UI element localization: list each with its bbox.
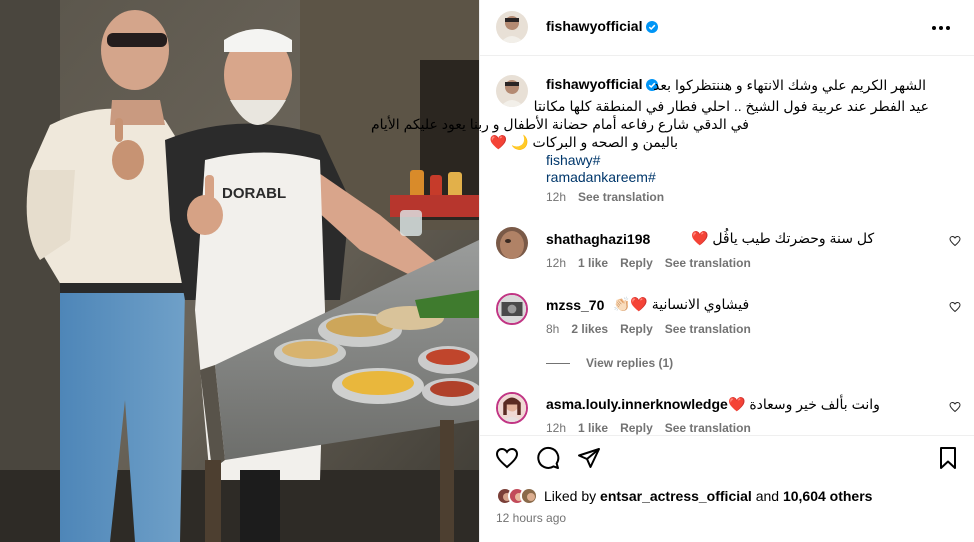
- view-replies-button[interactable]: View replies (1): [546, 356, 673, 370]
- verified-badge-icon: [646, 20, 659, 36]
- caption-time: 12h: [546, 190, 567, 204]
- comment-username[interactable]: mzss_70: [546, 297, 604, 313]
- liker-avatar: [520, 487, 538, 505]
- comment-like-button[interactable]: [948, 400, 962, 418]
- comment-text: كل سنة وحضرتك طيب ياڤُل ❤️: [691, 230, 875, 246]
- likes-summary: Liked by entsar_actress_official and 10,…: [496, 487, 872, 505]
- reply-button[interactable]: Reply: [620, 322, 653, 336]
- divider: [546, 362, 570, 364]
- heart-icon: [949, 400, 961, 418]
- reply-button[interactable]: Reply: [620, 256, 653, 270]
- post-side-panel: fishawyofficial fishawyofficial الشهر ال…: [371, 0, 974, 542]
- caption-username[interactable]: fishawyofficial: [546, 76, 659, 94]
- commenter-avatar[interactable]: [496, 293, 528, 325]
- hashtag-link[interactable]: fishawy#: [546, 152, 600, 168]
- see-translation-button[interactable]: See translation: [665, 256, 751, 270]
- caption-text-line: عيد الفطر عند عربية فول الشيخ .. احلي فط…: [533, 98, 929, 114]
- send-icon: [577, 446, 601, 475]
- comment-meta: 12h 1 like Reply See translation: [546, 256, 763, 270]
- comment-likes[interactable]: 2 likes: [571, 322, 608, 336]
- caption-meta: 12h See translation: [546, 190, 664, 204]
- comment-button[interactable]: [535, 446, 561, 475]
- commenter-avatar[interactable]: [496, 227, 528, 259]
- heart-icon: [949, 300, 961, 318]
- caption-text-line: في الدقي شارع رفاعه أمام حضانة الأطفال و…: [370, 116, 749, 132]
- liker-username[interactable]: entsar_actress_official: [600, 488, 752, 504]
- comment-time: 12h: [546, 421, 567, 435]
- author-avatar[interactable]: [496, 11, 528, 43]
- view-replies-label: View replies (1): [586, 356, 674, 370]
- save-button[interactable]: [935, 446, 961, 475]
- see-translation-button[interactable]: See translation: [665, 322, 751, 336]
- comment-likes[interactable]: 1 like: [578, 421, 608, 435]
- likes-text[interactable]: Liked by entsar_actress_official and 10,…: [544, 488, 872, 504]
- caption-text-line: باليمن و الصحه و البركات 🌙 ❤️: [489, 134, 678, 150]
- comment-likes[interactable]: 1 like: [578, 256, 608, 270]
- likes-count[interactable]: 10,604 others: [783, 488, 873, 504]
- see-translation-button[interactable]: See translation: [665, 421, 751, 435]
- post-header: fishawyofficial: [480, 0, 974, 56]
- comment-text: فيشاوي الانسانية ❤️👏🏻: [613, 296, 750, 312]
- heart-icon: [495, 446, 519, 475]
- hashtag-link[interactable]: ramadankareem#: [546, 169, 656, 185]
- comment-like-button[interactable]: [948, 300, 962, 318]
- commenter-avatar[interactable]: [496, 392, 528, 424]
- comment-time: 8h: [546, 322, 560, 336]
- more-icon: [931, 18, 951, 36]
- see-translation-button[interactable]: See translation: [578, 190, 664, 204]
- share-button[interactable]: [576, 447, 602, 473]
- post-image: DORABL: [0, 0, 479, 542]
- post-photo[interactable]: DORABL: [0, 0, 479, 542]
- comment-username[interactable]: asma.louly.innerknowledge: [546, 396, 728, 412]
- comment-time: 12h: [546, 256, 567, 270]
- author-username[interactable]: fishawyofficial: [546, 18, 659, 36]
- heart-icon: [949, 234, 961, 252]
- comment-meta: 12h 1 like Reply See translation: [546, 421, 763, 435]
- like-button[interactable]: [494, 447, 520, 473]
- comment-icon: [536, 446, 560, 475]
- post-timestamp[interactable]: 12 hours ago: [496, 511, 566, 525]
- post-actions: Liked by entsar_actress_official and 10,…: [480, 435, 974, 542]
- bookmark-icon: [937, 446, 959, 475]
- reply-button[interactable]: Reply: [620, 421, 653, 435]
- caption-text-line: الشهر الكريم علي وشك الانتهاء و هننتظركو…: [653, 77, 926, 93]
- more-options-button[interactable]: [931, 17, 951, 37]
- comment-like-button[interactable]: [948, 234, 962, 252]
- comment-username[interactable]: shathaghazi198: [546, 231, 650, 247]
- comment-meta: 8h 2 likes Reply See translation: [546, 322, 763, 336]
- caption-avatar[interactable]: [496, 75, 528, 107]
- apron-text: DORABL: [222, 185, 286, 202]
- instagram-post: DORABL fishawyofficial fishawyofficial ا…: [0, 0, 974, 542]
- comment-text: وانت بألف خير وسعادة ❤️: [728, 396, 880, 412]
